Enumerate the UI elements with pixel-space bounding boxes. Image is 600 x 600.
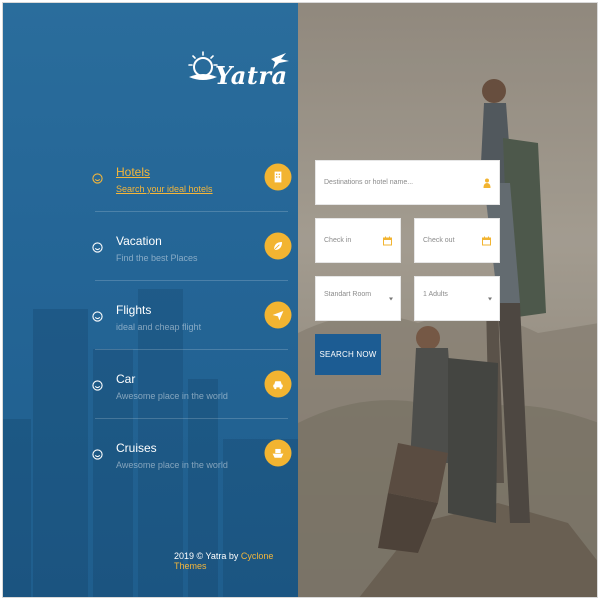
copyright-text: 2019 © Yatra by bbox=[174, 551, 241, 561]
check-in-placeholder: Check in bbox=[324, 237, 352, 244]
yatra-logo[interactable]: Yatra bbox=[185, 43, 295, 95]
menu-item-subtitle: ideal and cheap flight bbox=[116, 322, 202, 332]
menu-item-title: Vacation bbox=[116, 234, 162, 248]
menu-item-title: Car bbox=[116, 372, 136, 386]
chevron-down-icon bbox=[389, 297, 393, 300]
menu-item-title: Hotels bbox=[116, 165, 151, 179]
smile-icon bbox=[92, 380, 103, 391]
smile-icon bbox=[92, 449, 103, 460]
plane-icon[interactable] bbox=[264, 301, 292, 329]
check-out-input[interactable]: Check out bbox=[414, 218, 500, 263]
leaf-icon[interactable] bbox=[264, 232, 292, 260]
smile-icon bbox=[92, 311, 103, 322]
copyright-footer: 2019 © Yatra by Cyclone Themes bbox=[174, 551, 298, 571]
hero-photo-panel: Destinations or hotel name... Check in C… bbox=[298, 3, 597, 597]
menu-item-subtitle: Search your ideal hotels bbox=[116, 184, 213, 194]
menu-item-title: Flights bbox=[116, 303, 152, 317]
person-icon bbox=[483, 178, 491, 188]
hotel-icon[interactable] bbox=[264, 163, 292, 191]
menu-item-cruises[interactable]: Cruises Awesome place in the world bbox=[92, 419, 292, 488]
menu-item-car[interactable]: Car Awesome place in the world bbox=[92, 350, 292, 419]
smile-icon bbox=[92, 173, 103, 184]
room-type-select[interactable]: Standart Room bbox=[315, 276, 401, 321]
menu-item-subtitle: Find the best Places bbox=[116, 253, 198, 263]
menu-item-subtitle: Awesome place in the world bbox=[116, 391, 228, 401]
menu-item-hotels[interactable]: Hotels Search your ideal hotels bbox=[92, 143, 292, 212]
cruise-icon[interactable] bbox=[264, 439, 292, 467]
menu-item-subtitle: Awesome place in the world bbox=[116, 460, 228, 470]
menu-item-flights[interactable]: Flights ideal and cheap flight bbox=[92, 281, 292, 350]
room-type-value: Standart Room bbox=[324, 291, 372, 298]
calendar-icon bbox=[482, 236, 491, 245]
destination-placeholder: Destinations or hotel name... bbox=[324, 179, 414, 186]
menu-item-vacation[interactable]: Vacation Find the best Places bbox=[92, 212, 292, 281]
check-in-input[interactable]: Check in bbox=[315, 218, 401, 263]
service-menu: Hotels Search your ideal hotels Vacation… bbox=[3, 143, 298, 488]
adults-value: 1 Adults bbox=[423, 291, 448, 298]
menu-item-title: Cruises bbox=[116, 441, 157, 455]
page-frame: Yatra Hotels Search your ideal hotels Va… bbox=[2, 2, 598, 598]
destination-input[interactable]: Destinations or hotel name... bbox=[315, 160, 500, 205]
search-now-button[interactable]: SEARCH NOW bbox=[315, 334, 381, 375]
logo-text: Yatra bbox=[215, 61, 288, 90]
chevron-down-icon bbox=[488, 297, 492, 300]
calendar-icon bbox=[383, 236, 392, 245]
car-icon[interactable] bbox=[264, 370, 292, 398]
left-panel: Yatra Hotels Search your ideal hotels Va… bbox=[3, 3, 298, 597]
smile-icon bbox=[92, 242, 103, 253]
check-out-placeholder: Check out bbox=[423, 237, 455, 244]
adults-select[interactable]: 1 Adults bbox=[414, 276, 500, 321]
